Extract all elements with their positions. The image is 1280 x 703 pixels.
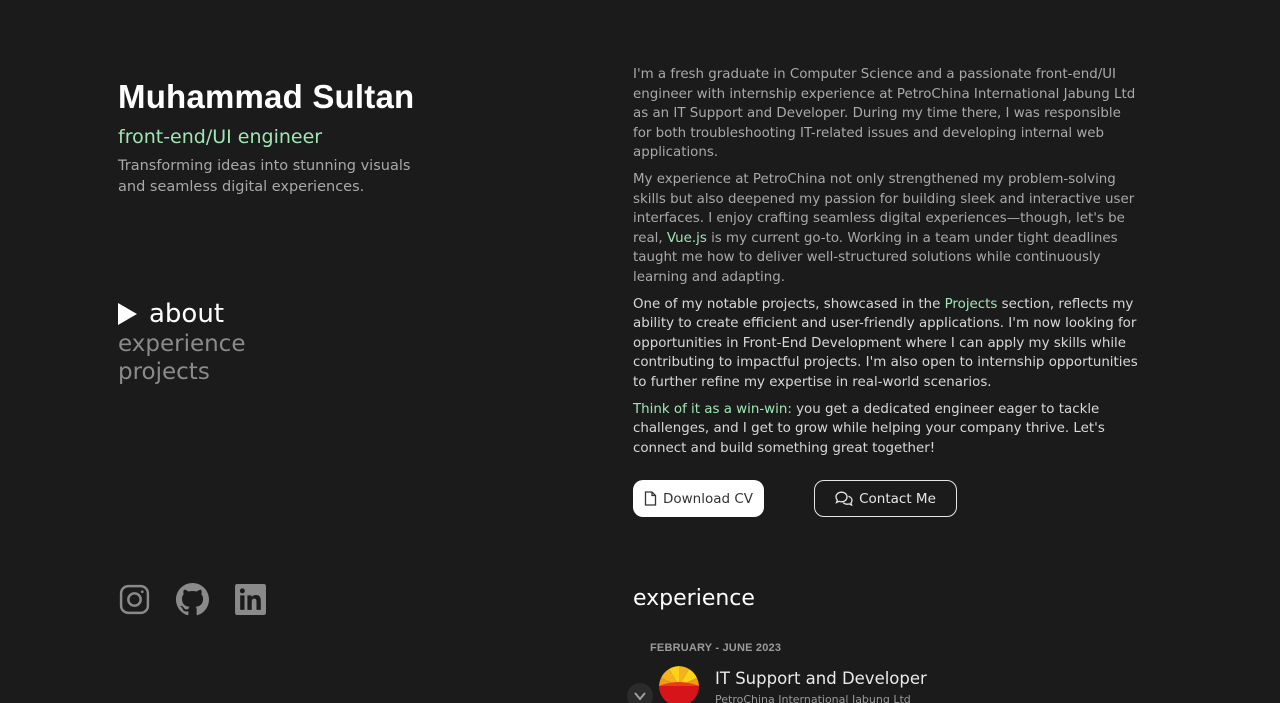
nav-item-about[interactable]: about — [118, 298, 245, 330]
experience-company: PetroChina International Jabung Ltd — [715, 693, 911, 703]
document-icon — [644, 491, 657, 506]
win-win-highlight: Think of it as a win-win: — [633, 401, 792, 417]
experience-heading: experience — [633, 586, 755, 611]
nav-item-experience[interactable]: experience — [118, 330, 245, 358]
about-paragraph-2: My experience at PetroChina not only str… — [633, 170, 1143, 288]
about-paragraph-4: Think of it as a win-win: you get a dedi… — [633, 400, 1143, 459]
social-links — [118, 583, 267, 616]
download-cv-label: Download CV — [662, 490, 754, 507]
nav-item-projects[interactable]: projects — [118, 358, 245, 386]
chat-bubbles-icon — [835, 491, 853, 506]
nav-item-label: experience — [118, 331, 246, 357]
download-cv-button[interactable]: Download CV — [633, 480, 764, 517]
vuejs-link[interactable]: Vue.js — [667, 231, 707, 246]
petrochina-logo — [657, 664, 701, 703]
nav-item-label: projects — [118, 359, 210, 385]
portfolio-page: Muhammad Sultan front-end/UI engineer Tr… — [0, 0, 1280, 703]
contact-me-button[interactable]: Contact Me — [814, 480, 957, 517]
about-paragraph-3: One of my notable projects, showcased in… — [633, 295, 1143, 393]
experience-date: FEBRUARY - JUNE 2023 — [650, 642, 782, 654]
projects-link[interactable]: Projects — [945, 297, 998, 312]
chevron-down-icon[interactable] — [627, 683, 653, 703]
about-text: One of my notable projects, showcased in… — [633, 296, 945, 312]
nav-item-label: about — [149, 299, 225, 329]
about-section: I'm a fresh graduate in Computer Science… — [633, 65, 1143, 465]
github-icon[interactable] — [176, 583, 209, 616]
about-paragraph-1: I'm a fresh graduate in Computer Science… — [633, 67, 1136, 161]
action-buttons: Download CV Contact Me — [633, 480, 957, 517]
contact-me-label: Contact Me — [859, 490, 936, 507]
profile-role: front-end/UI engineer — [118, 126, 323, 148]
profile-header: Muhammad Sultan front-end/UI engineer Tr… — [118, 78, 538, 198]
experience-role: IT Support and Developer — [715, 669, 927, 688]
profile-tagline: Transforming ideas into stunning visuals… — [118, 158, 411, 195]
instagram-icon[interactable] — [118, 583, 151, 616]
play-arrow-icon — [118, 303, 137, 325]
section-nav: about experience projects — [118, 298, 245, 386]
profile-name: Muhammad Sultan — [118, 78, 415, 115]
linkedin-icon[interactable] — [234, 583, 267, 616]
